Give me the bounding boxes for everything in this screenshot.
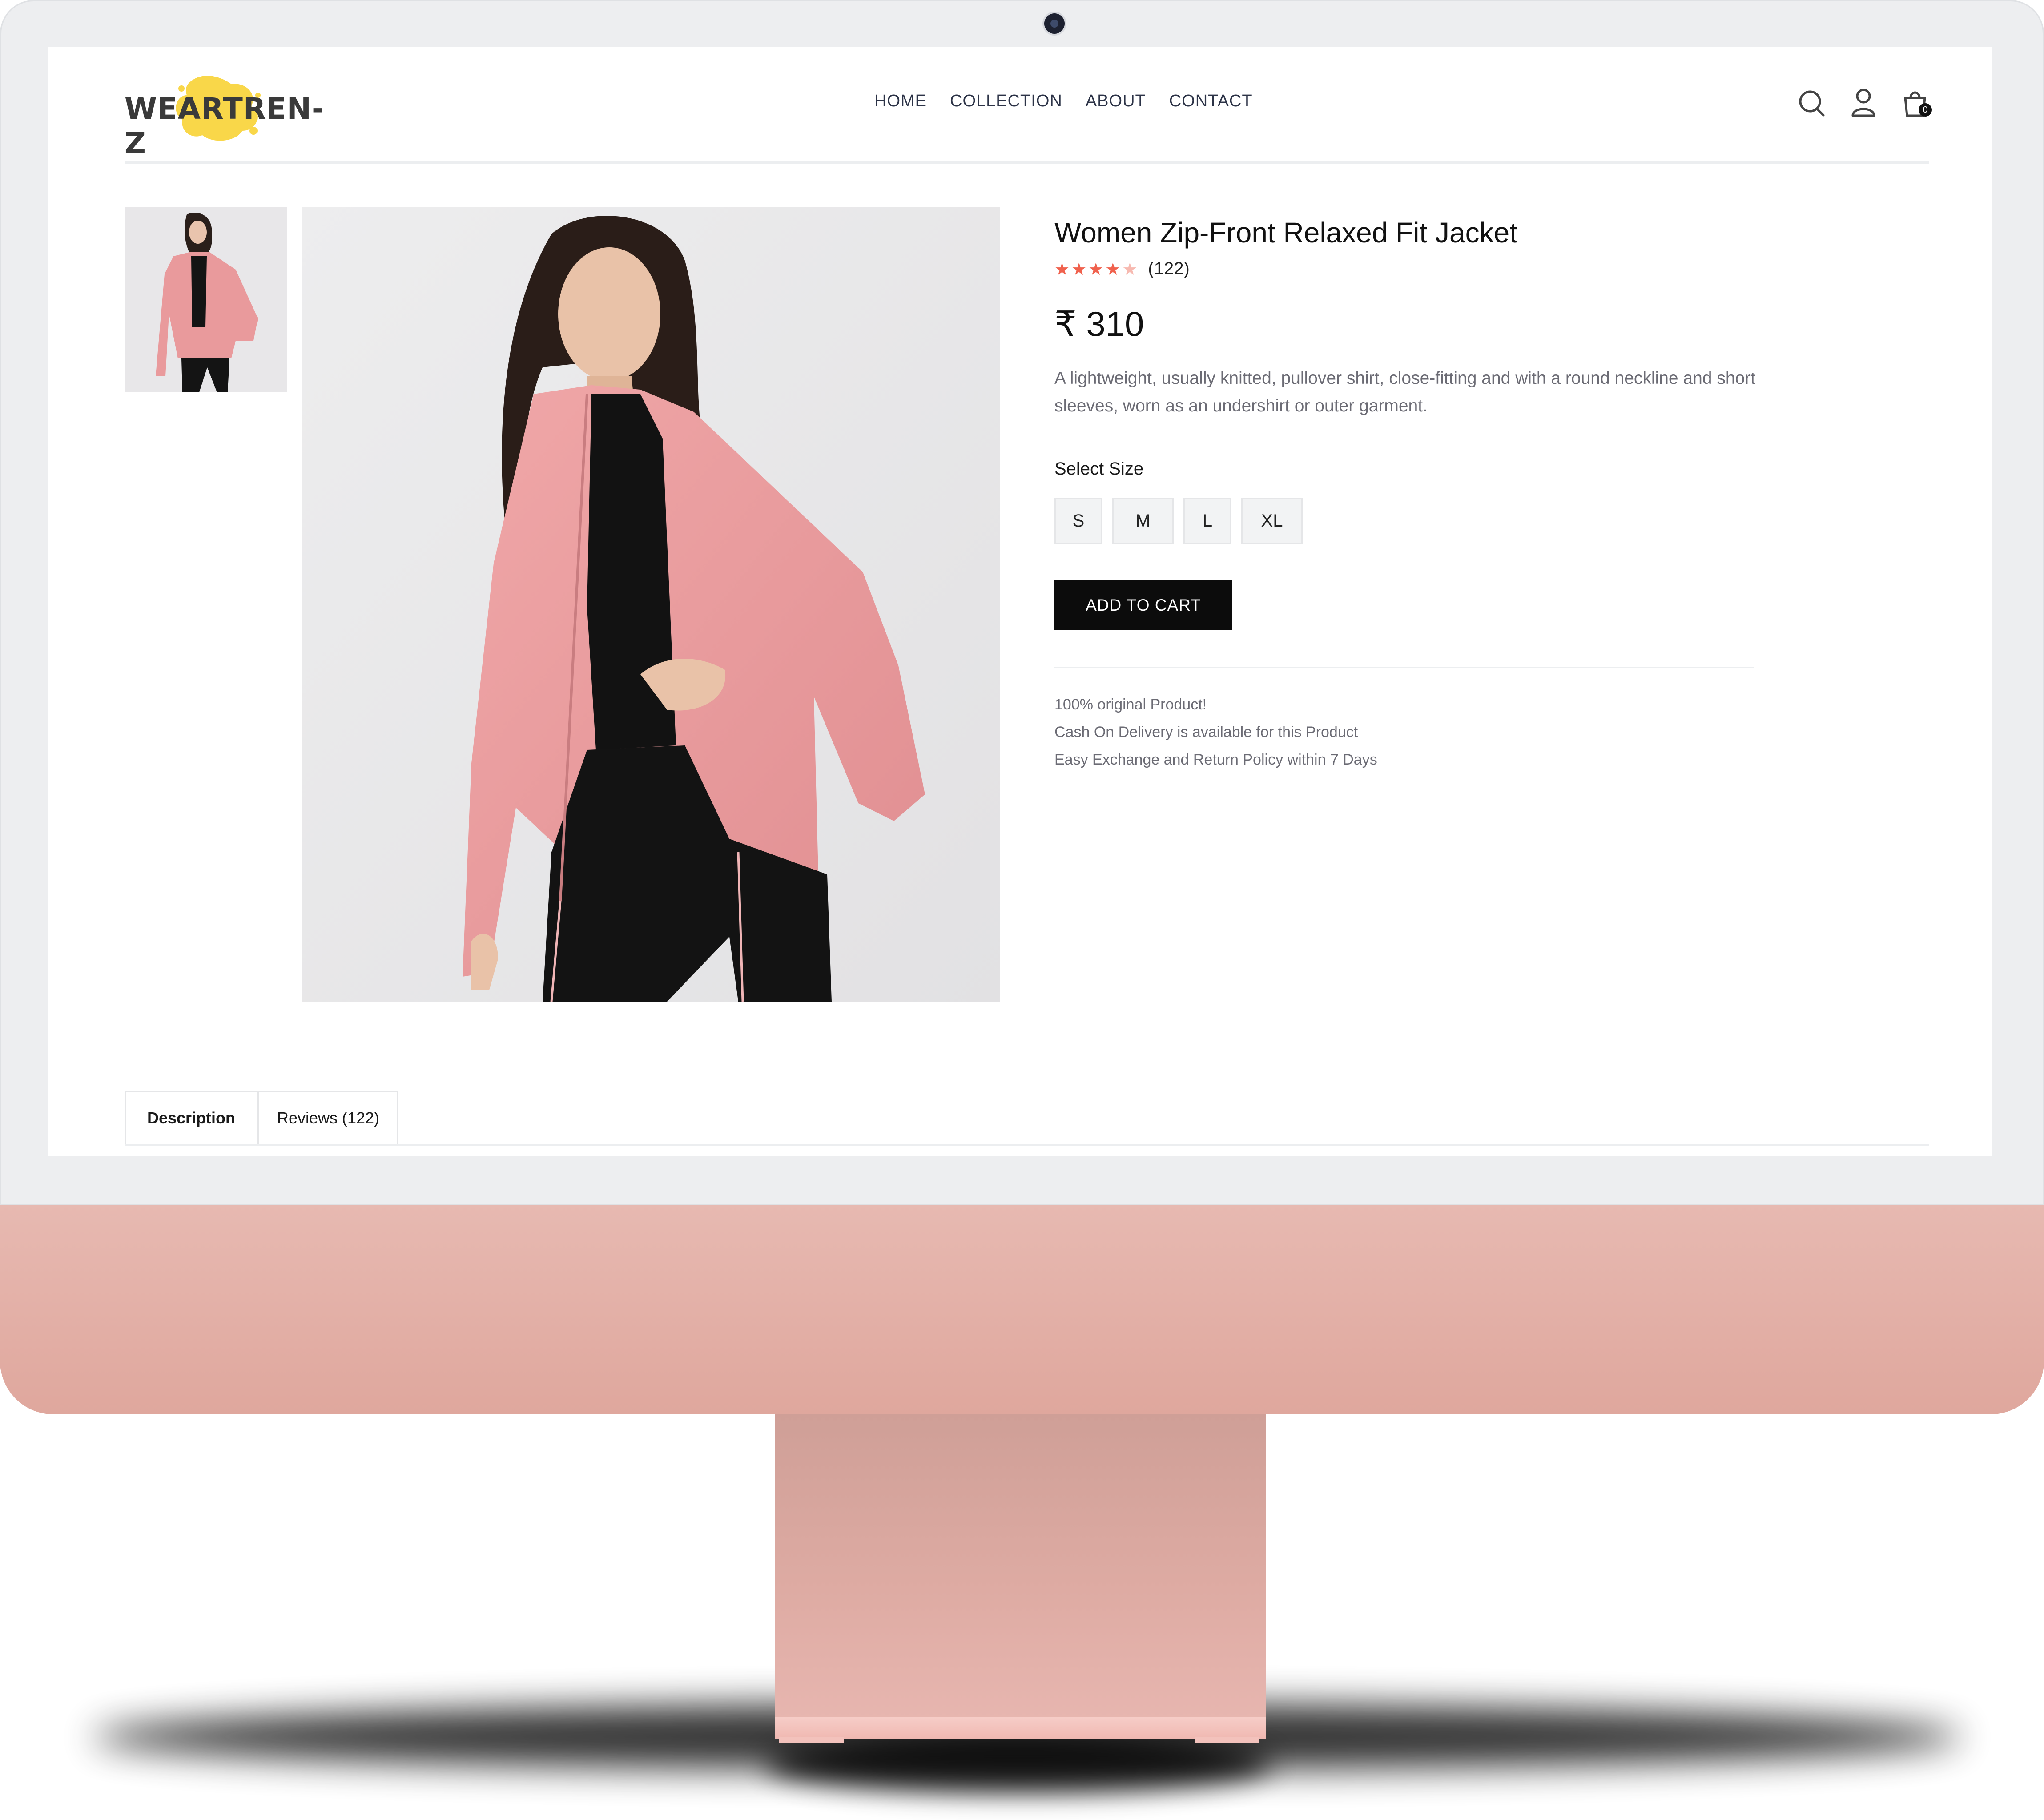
size-options: S M L XL xyxy=(1054,498,1811,544)
nav-about[interactable]: ABOUT xyxy=(1086,92,1146,111)
star-icon: ★ xyxy=(1054,259,1070,279)
product-description: A lightweight, usually knitted, pullover… xyxy=(1054,369,1756,415)
product-rating: ★ ★ ★ ★ ★ (122) xyxy=(1054,259,1811,279)
divider xyxy=(1054,667,1754,668)
logo-text: WEARTREN-Z xyxy=(125,92,325,160)
nav-collection[interactable]: COLLECTION xyxy=(950,92,1062,111)
product-price: ₹ 310 xyxy=(1054,304,1144,343)
nav-home[interactable]: HOME xyxy=(874,92,927,111)
star-icon: ★ xyxy=(1071,259,1087,279)
product-thumbnail[interactable] xyxy=(125,207,287,392)
add-to-cart-button[interactable]: ADD TO CART xyxy=(1054,580,1232,630)
monitor-bezel: WEARTREN-Z HOME COLLECTION ABOUT CONTACT xyxy=(0,0,2044,1205)
size-option-xl[interactable]: XL xyxy=(1241,498,1303,544)
feature-item: Easy Exchange and Return Policy within 7… xyxy=(1054,751,1377,768)
shopping-bag-icon[interactable]: 0 xyxy=(1901,87,1932,118)
review-count: (122) xyxy=(1148,259,1190,278)
size-label: Select Size xyxy=(1054,459,1144,479)
feature-item: Cash On Delivery is available for this P… xyxy=(1054,724,1358,741)
stand-base xyxy=(775,1717,1266,1739)
search-icon[interactable] xyxy=(1798,87,1826,118)
header-actions: 0 xyxy=(1798,87,1932,118)
size-option-s[interactable]: S xyxy=(1054,498,1102,544)
product-main-image[interactable] xyxy=(302,207,1000,1002)
monitor-chin xyxy=(0,1205,2044,1414)
camera-icon xyxy=(1044,13,1065,34)
cart-count-badge: 0 xyxy=(1919,103,1932,117)
product-title: Women Zip-Front Relaxed Fit Jacket xyxy=(1054,217,1517,249)
stand-shadow xyxy=(765,1735,1272,1792)
star-icon: ★ xyxy=(1088,259,1104,279)
star-empty-icon: ★ xyxy=(1122,259,1138,279)
product-info: Women Zip-Front Relaxed Fit Jacket ★ ★ ★… xyxy=(1054,216,1811,773)
size-option-m[interactable]: M xyxy=(1112,498,1174,544)
feature-item: 100% original Product! xyxy=(1054,696,1207,713)
stand-foot xyxy=(1195,1737,1259,1743)
tab-reviews[interactable]: Reviews (122) xyxy=(258,1091,398,1144)
brand-logo[interactable]: WEARTREN-Z xyxy=(125,68,324,160)
size-option-l[interactable]: L xyxy=(1183,498,1231,544)
monitor-stand xyxy=(775,1414,1266,1735)
star-icon: ★ xyxy=(1105,259,1121,279)
site-header: WEARTREN-Z HOME COLLECTION ABOUT CONTACT xyxy=(125,47,1932,164)
stand-foot xyxy=(779,1737,844,1743)
tab-description[interactable]: Description xyxy=(125,1091,258,1144)
user-icon[interactable] xyxy=(1849,87,1878,118)
browser-screen: WEARTREN-Z HOME COLLECTION ABOUT CONTACT xyxy=(48,47,1992,1156)
nav-contact[interactable]: CONTACT xyxy=(1169,92,1253,111)
product-features: 100% original Product! Cash On Delivery … xyxy=(1054,691,1811,773)
product-tabs: Description Reviews (122) xyxy=(125,1091,1929,1146)
main-nav: HOME COLLECTION ABOUT CONTACT xyxy=(874,92,1253,111)
